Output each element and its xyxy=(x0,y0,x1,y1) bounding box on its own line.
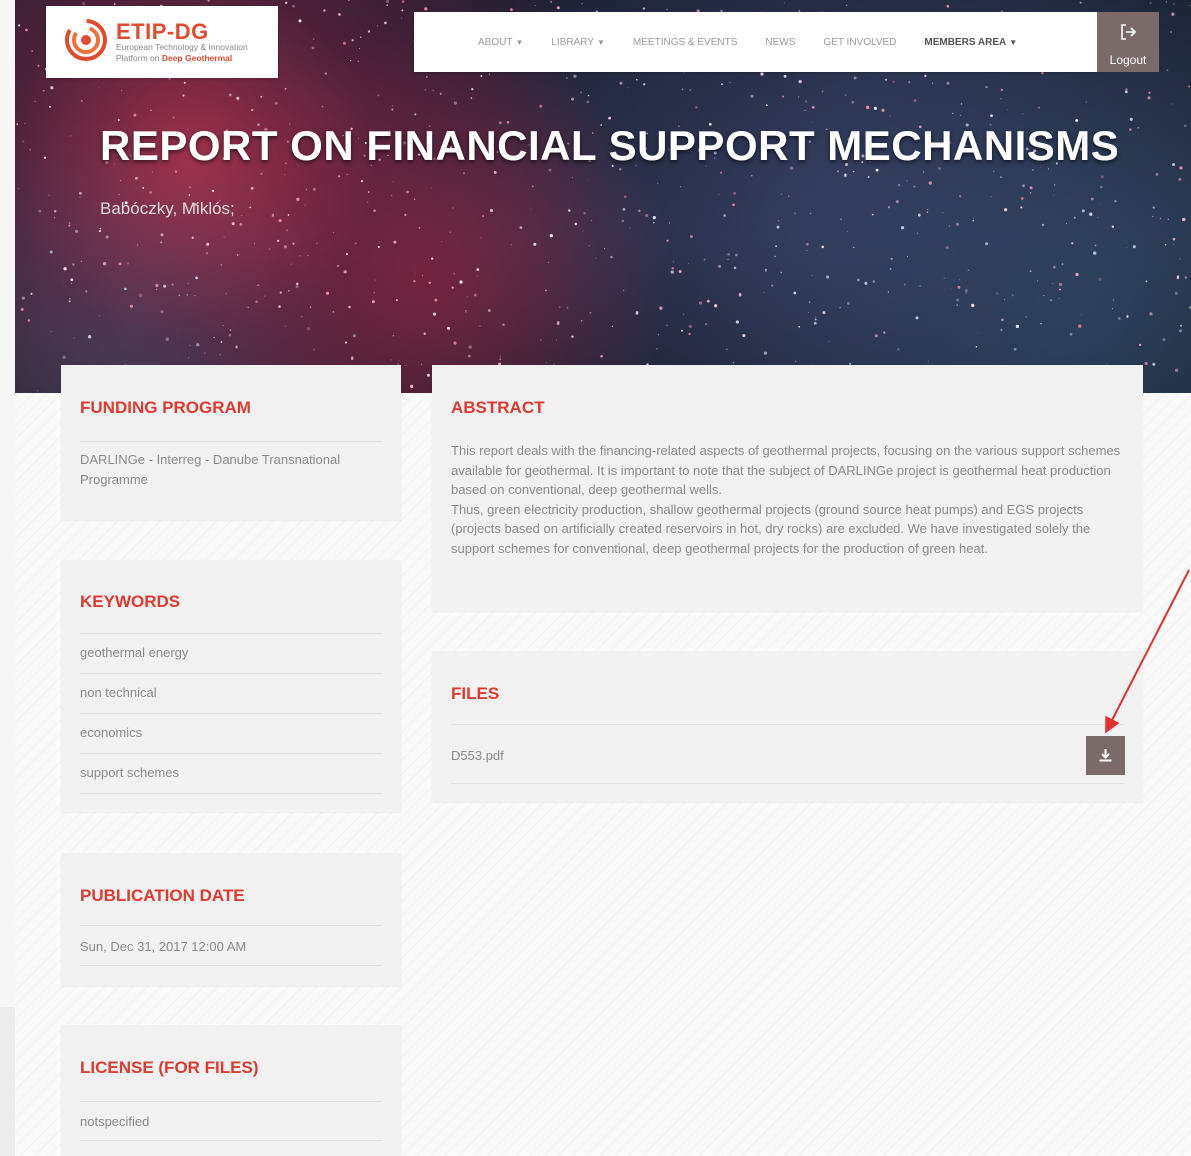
annotation-arrow xyxy=(1105,569,1190,734)
